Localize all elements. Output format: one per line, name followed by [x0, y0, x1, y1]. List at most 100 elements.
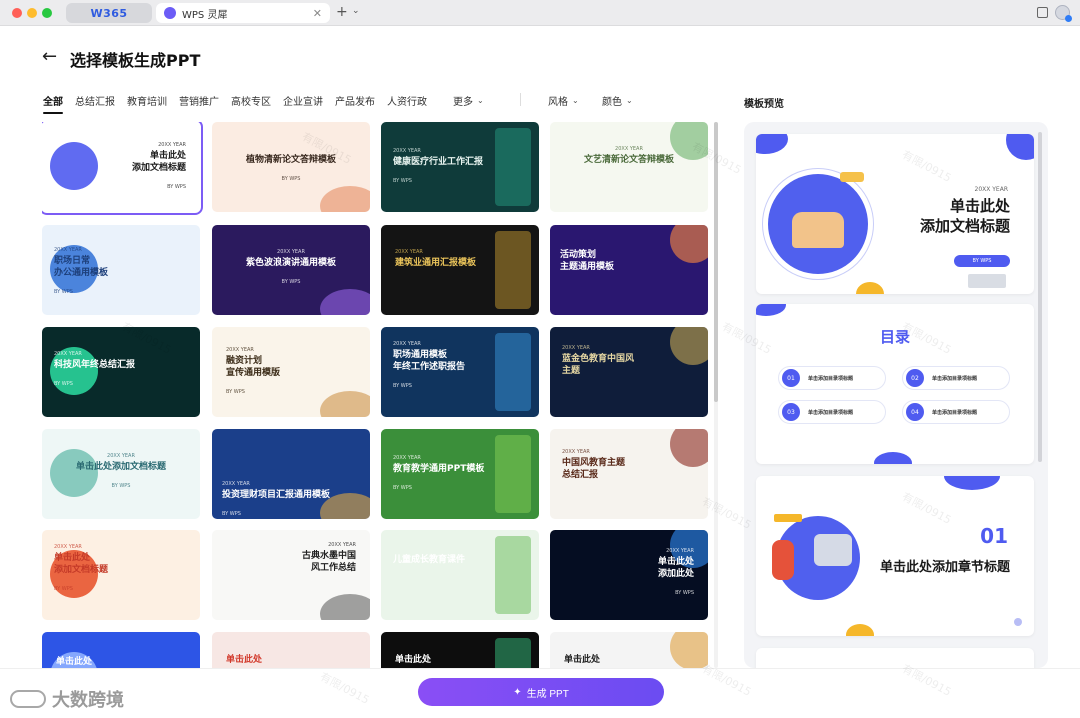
tab-university[interactable]: 高校专区 — [231, 93, 271, 108]
generate-ppt-button[interactable]: ✦ 生成 PPT — [418, 678, 664, 706]
preview-slide-section[interactable]: 01 单击此处添加章节标题 — [756, 476, 1034, 636]
template-by: BY WPS — [54, 586, 73, 592]
template-card[interactable]: 20XX YEAR 建筑业通用汇报模板 — [381, 225, 539, 315]
template-decoration — [495, 435, 531, 513]
template-title-line1: 单击此处 — [564, 655, 601, 665]
template-card[interactable]: 20XX YEAR 职场日常 办公通用模板 BY WPS — [42, 225, 200, 315]
window-layout-icon[interactable] — [1037, 7, 1048, 18]
more-dropdown[interactable]: 更多 ⌄ — [453, 93, 484, 108]
close-tab-icon[interactable]: ✕ — [313, 7, 322, 20]
template-title: 单击此处 — [564, 654, 600, 666]
tab-hr-admin[interactable]: 人资行政 — [387, 93, 427, 108]
toc-item: 04 单击添加目录项标题 — [902, 400, 1010, 424]
wps-logo-icon — [164, 7, 176, 19]
template-title-line2: 宣传通用模版 — [226, 368, 281, 379]
template-card[interactable]: 单击此处 — [550, 632, 708, 668]
template-title-line1: 单击此处 — [54, 553, 91, 563]
template-by: BY WPS — [54, 289, 73, 295]
tab-corporate[interactable]: 企业宣讲 — [283, 93, 323, 108]
tab-all[interactable]: 全部 — [43, 93, 63, 114]
template-title-line1: 单击此处 — [657, 557, 694, 567]
template-year: 20XX YEAR — [562, 345, 590, 351]
template-card[interactable]: 20XX YEAR 单击此处添加文档标题 BY WPS — [42, 122, 203, 215]
chevron-down-icon: ⌄ — [572, 96, 579, 105]
template-title: 活动策划 主题通用模板 — [560, 249, 614, 273]
template-card[interactable]: 20XX YEAR 蓝金色教育中国风 主题 — [550, 327, 708, 417]
template-card[interactable]: 20XX YEAR 中国风教育主题 总结汇报 — [550, 429, 708, 519]
style-dropdown[interactable]: 风格 ⌄ — [548, 93, 579, 108]
template-year: 20XX YEAR — [54, 247, 82, 253]
close-window-button[interactable] — [12, 8, 22, 18]
tab-product-launch[interactable]: 产品发布 — [335, 93, 375, 108]
template-title: 文艺清新论文答辩模板 — [550, 154, 708, 166]
template-title-line2: 年终工作述职报告 — [393, 362, 466, 373]
page-title: 选择模板生成PPT — [70, 51, 201, 70]
cover-title-line2: 添加文档标题 — [919, 217, 1010, 236]
tab-summary-report[interactable]: 总结汇报 — [75, 93, 115, 108]
tab-marketing[interactable]: 营销推广 — [179, 93, 219, 108]
watermark-mark-icon — [10, 690, 46, 708]
template-title: 儿童成长教育课件 — [393, 554, 465, 566]
template-card[interactable]: 20XX YEAR 科技风年终总结汇报 BY WPS — [42, 327, 200, 417]
illustration-figure — [792, 212, 844, 248]
template-card[interactable]: 20XX YEAR 单击此处 添加此处 BY WPS — [550, 530, 708, 620]
template-card[interactable]: 20XX YEAR 紫色波浪演讲通用模板 BY WPS — [212, 225, 370, 315]
template-card[interactable]: 20XX YEAR 健康医疗行业工作汇报 BY WPS — [381, 122, 539, 212]
preview-slide-next[interactable] — [756, 648, 1034, 668]
user-avatar-icon[interactable] — [1055, 5, 1072, 22]
template-card[interactable]: 20XX YEAR 单击此处添加文档标题 BY WPS — [42, 429, 200, 519]
color-label: 颜色 — [602, 97, 622, 108]
template-card[interactable]: 单击此处 — [42, 632, 200, 668]
tab-w365[interactable]: W365 — [66, 3, 152, 23]
template-card[interactable]: 20XX YEAR 融资计划 宣传通用模版 BY WPS — [212, 327, 370, 417]
deco-blob — [1006, 134, 1034, 160]
tab-education-training[interactable]: 教育培训 — [127, 93, 167, 108]
books-illustration — [968, 274, 1006, 288]
generate-ppt-label: 生成 PPT — [526, 688, 569, 700]
preview-scrollbar-thumb[interactable] — [1038, 132, 1042, 462]
template-card[interactable]: 活动策划 主题通用模板 — [550, 225, 708, 315]
template-decoration — [495, 128, 531, 206]
grid-scrollbar-thumb[interactable] — [714, 122, 718, 402]
template-title-line1: 儿童成长教育课件 — [393, 555, 466, 565]
template-decoration — [320, 594, 370, 620]
template-card[interactable]: 植物清新论文答辩模板 BY WPS — [212, 122, 370, 212]
template-decoration — [670, 632, 708, 668]
template-card[interactable]: 单击此处 — [381, 632, 539, 668]
template-card[interactable]: 20XX YEAR 单击此处添加文档标题 BY WPS — [42, 530, 200, 620]
tab-list-chevron-icon[interactable]: ⌄ — [352, 6, 360, 16]
color-dropdown[interactable]: 颜色 ⌄ — [602, 93, 633, 108]
template-title-line1: 单击此处 — [56, 657, 93, 667]
template-title: 单击此处 添加此处 — [658, 556, 694, 580]
browser-chrome: W365 WPS 灵犀 ✕ + ⌄ — [0, 0, 1080, 26]
template-card[interactable]: 20XX YEAR 职场通用模板 年终工作述职报告 BY WPS — [381, 327, 539, 417]
template-title: 单击此处 — [226, 654, 262, 666]
template-title-line1: 职场日常 — [54, 256, 91, 266]
back-arrow-icon[interactable]: ← — [42, 46, 57, 67]
template-card[interactable]: 20XX YEAR 古典水墨中国 风工作总结 — [212, 530, 370, 620]
template-card[interactable]: 单击此处 — [212, 632, 370, 668]
deco-blob — [874, 452, 912, 464]
deco-sun — [856, 282, 884, 294]
tab-wps-lingxi[interactable]: WPS 灵犀 ✕ — [156, 3, 330, 23]
preview-slide-toc[interactable]: 目录 01 单击添加目录项标题 02 单击添加目录项标题 03 单击添加目录项标… — [756, 304, 1034, 464]
template-title-line1: 古典水墨中国 — [301, 551, 356, 561]
template-by: BY WPS — [393, 485, 412, 491]
template-year: 20XX YEAR — [54, 544, 82, 550]
template-card[interactable]: 20XX YEAR 文艺清新论文答辩模板 — [550, 122, 708, 212]
sparkle-icon: ✦ — [513, 686, 522, 698]
template-title: 中国风教育主题 总结汇报 — [562, 457, 625, 481]
template-card[interactable]: 20XX YEAR 投资理财项目汇报通用模板 BY WPS — [212, 429, 370, 519]
template-title-line2: 主题 — [562, 366, 581, 377]
minimize-window-button[interactable] — [27, 8, 37, 18]
toc-item: 01 单击添加目录项标题 — [778, 366, 886, 390]
new-tab-plus-icon[interactable]: + — [336, 4, 348, 20]
template-title-line1: 健康医疗行业工作汇报 — [393, 157, 484, 167]
preview-slide-cover[interactable]: 20XX YEAR 单击此处 添加文档标题 BY WPS — [756, 134, 1034, 294]
template-card[interactable]: 20XX YEAR 教育教学通用PPT模板 BY WPS — [381, 429, 539, 519]
chevron-down-icon: ⌄ — [477, 96, 484, 105]
cover-by-badge: BY WPS — [954, 255, 1010, 267]
maximize-window-button[interactable] — [42, 8, 52, 18]
template-card[interactable]: 儿童成长教育课件 — [381, 530, 539, 620]
template-title-line1: 紫色波浪演讲通用模板 — [245, 258, 336, 268]
